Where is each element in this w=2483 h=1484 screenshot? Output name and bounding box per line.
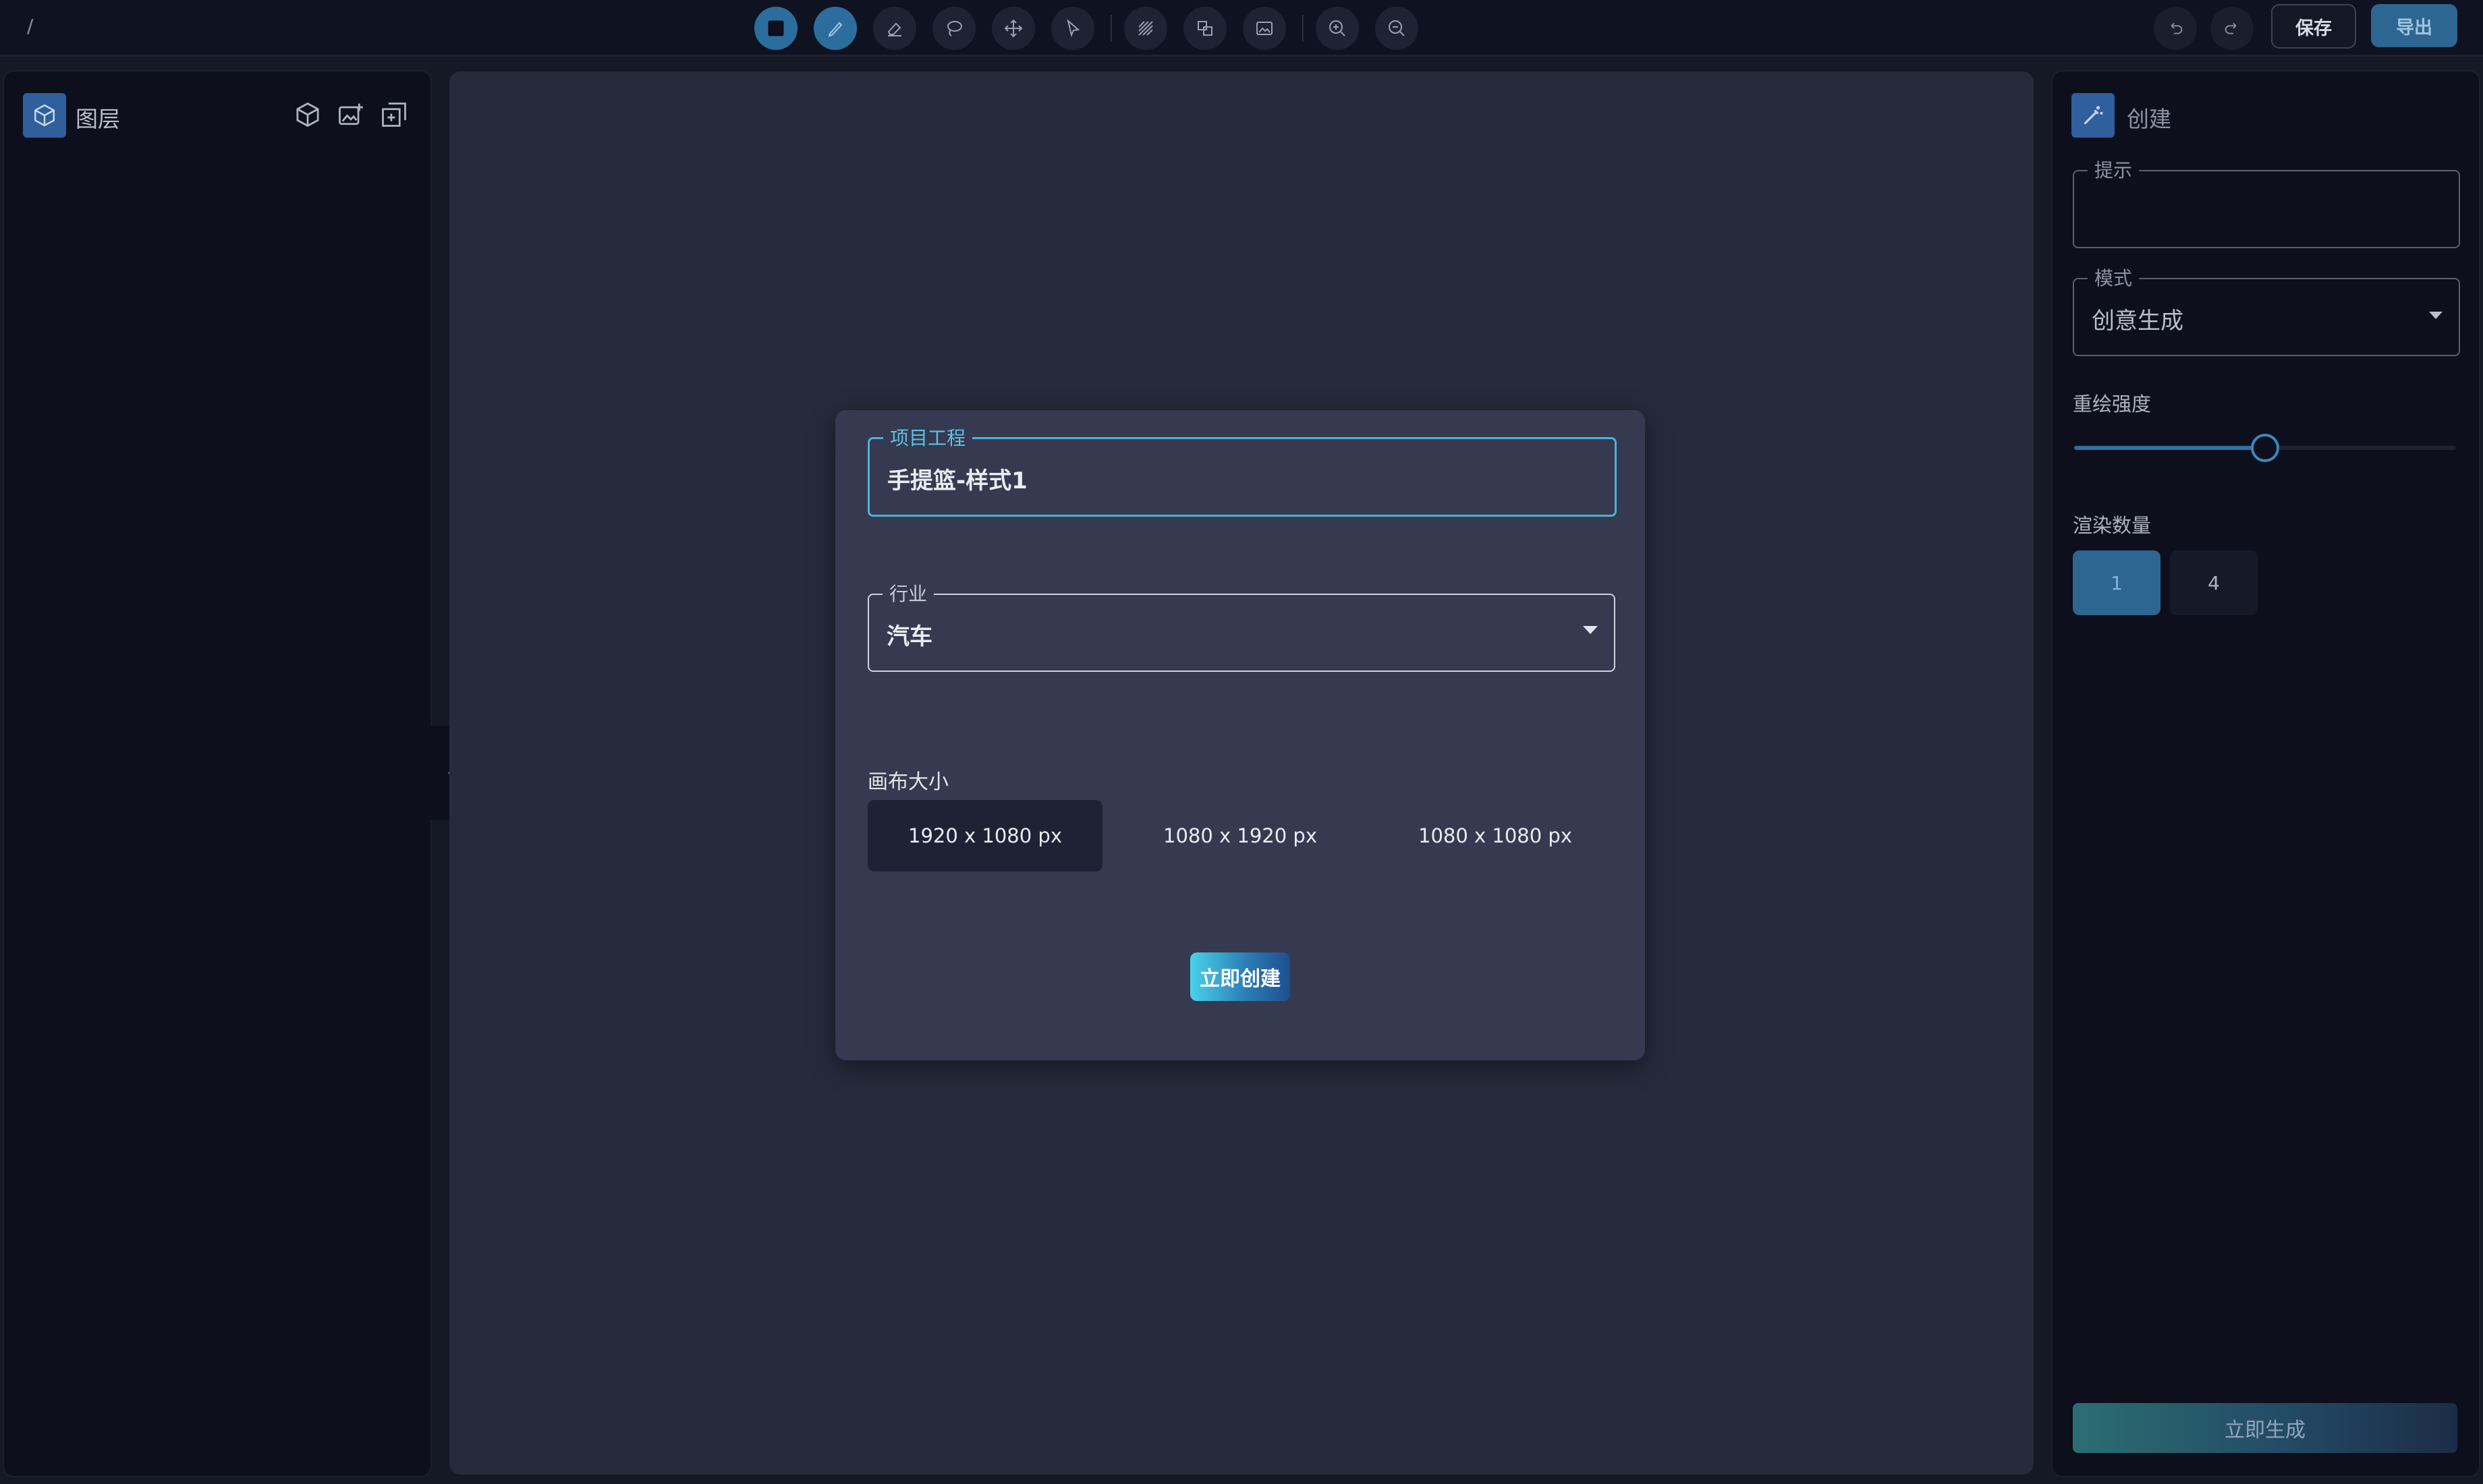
redo-icon <box>2225 22 2237 34</box>
save-button[interactable]: 保存 <box>2271 4 2356 49</box>
layers-swap-icon <box>1198 21 1212 36</box>
pointer-icon <box>1067 19 1080 38</box>
toolbar-divider <box>1302 15 1304 42</box>
add-3d-layer-button[interactable] <box>291 98 324 131</box>
canvas-size-label: 画布大小 <box>868 770 949 794</box>
add-image-icon <box>339 103 363 125</box>
redo-button[interactable] <box>2210 7 2254 50</box>
render-count-option[interactable]: 4 <box>2170 550 2258 615</box>
lasso-icon <box>947 21 962 36</box>
project-name-field[interactable]: 项目工程 手提篮-样式1 <box>868 428 1617 517</box>
undo-icon <box>2171 22 2183 34</box>
magic-wand-icon <box>2084 106 2103 125</box>
rectangle-tool-button[interactable] <box>754 7 798 50</box>
zoom-out-icon <box>1389 20 1405 36</box>
redraw-strength-label: 重绘强度 <box>2073 393 2152 416</box>
project-name-input[interactable]: 手提篮-样式1 <box>887 462 1028 495</box>
canvas-size-option[interactable]: 1080 x 1920 px <box>1123 800 1358 872</box>
render-count-option[interactable]: 1 <box>2073 550 2160 615</box>
layers-panel <box>3 70 432 1477</box>
create-panel-title: 创建 <box>2127 106 2171 132</box>
zoom-out-button[interactable] <box>1375 7 1418 50</box>
layers-panel-icon <box>23 93 66 138</box>
generate-now-button[interactable]: 立即生成 <box>2073 1403 2457 1453</box>
export-button[interactable]: 导出 <box>2371 4 2457 47</box>
prompt-input[interactable]: 提示 <box>2073 161 2460 248</box>
new-project-dialog: 项目工程 手提篮-样式1 行业 汽车 画布大小 1920 x 1080 px 1… <box>835 410 1645 1060</box>
cube-icon <box>296 102 319 127</box>
canvas-size-option[interactable]: 1080 x 1080 px <box>1378 800 1613 872</box>
add-layer-button[interactable] <box>378 98 410 131</box>
layers-swap-tool-button[interactable] <box>1183 7 1227 50</box>
dropdown-arrow-icon <box>2429 312 2443 319</box>
zoom-in-button[interactable] <box>1316 7 1359 50</box>
render-count-label: 渲染数量 <box>2073 514 2152 537</box>
project-name-label: 项目工程 <box>883 428 973 449</box>
move-icon <box>1004 19 1023 38</box>
image-frame-icon <box>1256 22 1273 35</box>
prompt-label: 提示 <box>2088 161 2140 181</box>
mode-selected-value: 创意生成 <box>2092 308 2183 335</box>
dropdown-arrow-icon <box>1583 626 1598 634</box>
create-now-button[interactable]: 立即创建 <box>1190 952 1290 1001</box>
move-tool-button[interactable] <box>992 7 1035 50</box>
undo-button[interactable] <box>2154 7 2197 50</box>
zoom-in-icon <box>1329 20 1345 36</box>
add-image-button[interactable] <box>335 98 367 131</box>
top-toolbar <box>0 0 2483 57</box>
hatch-icon <box>1138 21 1153 36</box>
breadcrumb[interactable]: / <box>27 15 33 37</box>
lasso-tool-button[interactable] <box>932 7 976 50</box>
mode-select[interactable]: 模式 创意生成 <box>2073 268 2460 356</box>
brush-icon <box>828 22 843 37</box>
create-panel-icon <box>2071 93 2115 138</box>
image-frame-tool-button[interactable] <box>1243 7 1286 50</box>
add-layer-icon <box>382 103 406 127</box>
redraw-strength-slider-thumb[interactable] <box>2251 434 2279 462</box>
eraser-tool-button[interactable] <box>873 7 916 50</box>
brush-tool-button[interactable] <box>814 7 857 50</box>
industry-label: 行业 <box>883 584 934 604</box>
canvas-size-option[interactable]: 1920 x 1080 px <box>868 800 1103 872</box>
cube-logo-icon <box>34 104 55 127</box>
toolbar-divider <box>1111 15 1112 42</box>
industry-selected-value: 汽车 <box>887 623 932 650</box>
eraser-icon <box>887 22 901 36</box>
hatch-tool-button[interactable] <box>1124 7 1167 50</box>
layers-panel-title: 图层 <box>76 106 120 132</box>
mode-label: 模式 <box>2088 268 2140 289</box>
industry-select[interactable]: 行业 汽车 <box>868 584 1615 672</box>
rectangle-icon <box>768 20 784 36</box>
pointer-tool-button[interactable] <box>1051 7 1094 50</box>
redraw-strength-slider-fill <box>2074 446 2264 450</box>
